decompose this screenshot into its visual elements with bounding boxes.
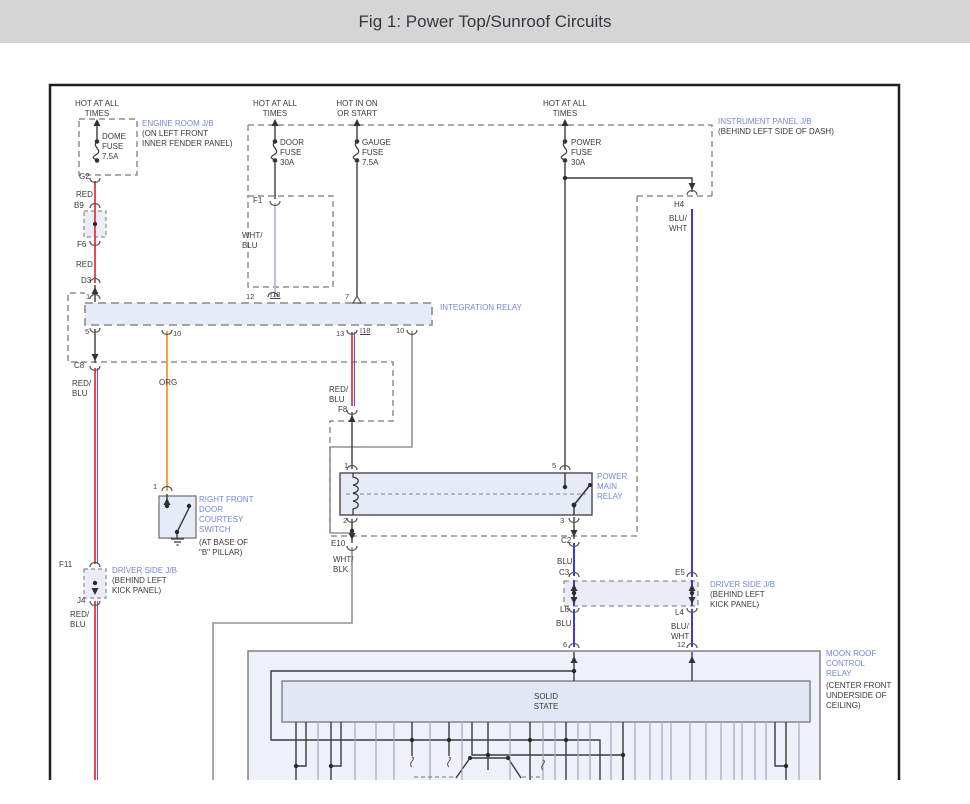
ground-icon	[171, 539, 184, 545]
ir-pin-13-connector-id: I18	[360, 326, 370, 336]
ir-pin-12-connector-id: I18	[270, 290, 280, 300]
pmr-pin-1: 1	[344, 461, 348, 471]
connector-c3: C3	[559, 568, 569, 578]
ir-pin-7: 7	[345, 292, 349, 302]
wire-label-red-blu-1: RED/ BLU	[72, 379, 91, 399]
hot-label-4: HOT AT ALL TIMES	[535, 99, 595, 119]
driver-side-jb-right-location: (BEHIND LEFT KICK PANEL)	[710, 590, 765, 610]
wire-label-red-2: RED	[76, 260, 93, 270]
moon-roof-relay-location: (CENTER FRONT UNDERSIDE OF CEILING)	[826, 681, 891, 711]
power-fuse-symbol	[561, 140, 567, 162]
connector-l4: L4	[675, 608, 684, 618]
hot-label-3: HOT IN ON OR START	[327, 99, 387, 119]
connector-c8: C8	[74, 361, 84, 371]
ir-pin-5: 5	[85, 327, 89, 337]
dome-fuse-label: DOME FUSE 7.5A	[102, 132, 126, 162]
power-fuse-label: POWER FUSE 30A	[571, 138, 601, 168]
connector-d3: D3	[81, 276, 91, 286]
driver-side-jb-left-name: DRIVER SIDE J/B	[112, 566, 177, 576]
door-fuse-symbol	[271, 140, 277, 162]
door-fuse-label: DOOR FUSE 30A	[280, 138, 304, 168]
instrument-panel-jb-name: INSTRUMENT PANEL J/B	[718, 117, 812, 127]
courtesy-switch-name: RIGHT FRONT DOOR COURTESY SWITCH	[199, 495, 254, 535]
wire-label-wht-blk: WHT/ BLK	[333, 555, 353, 575]
connector-h4: H4	[674, 200, 684, 210]
instrument-panel-jb-location: (BEHIND LEFT SIDE OF DASH)	[718, 127, 834, 137]
connector-f1: F1	[253, 196, 262, 206]
hot-label-2: HOT AT ALL TIMES	[245, 99, 305, 119]
ir-pin-1: 1	[86, 292, 90, 302]
wire-label-red-blu-3: RED/ BLU	[70, 610, 89, 630]
wire-label-blu-2: BLU	[556, 619, 572, 629]
moon-roof-relay-name: MOON ROOF CONTROL RELAY	[826, 649, 876, 679]
wire-label-blu-wht-1: BLU/ WHT	[669, 214, 687, 234]
driver-side-jb-right-name: DRIVER SIDE J/B	[710, 580, 775, 590]
component-boxes	[84, 211, 820, 780]
connector-f6: F6	[77, 240, 86, 250]
integration-relay-box	[85, 303, 432, 325]
engine-room-jb-name: ENGINE ROOM J/B	[142, 119, 214, 129]
connector-f11: F11	[59, 560, 72, 570]
pmr-pin-5: 5	[552, 461, 556, 471]
solid-state-label: SOLID STATE	[516, 692, 576, 712]
mr-pin-12: 12	[677, 640, 685, 650]
wire-label-blu-wht-2: BLU/ WHT	[671, 622, 689, 642]
engine-room-jb-location: (ON LEFT FRONT INNER FENDER PANEL)	[142, 129, 233, 149]
connector-c2: C2	[561, 536, 571, 546]
power-main-relay-label: POWER MAIN RELAY	[597, 472, 627, 502]
integration-relay-label: INTEGRATION RELAY	[440, 303, 522, 313]
connector-j4: J4	[77, 596, 85, 606]
driver-side-jb-left-location: (BEHIND LEFT KICK PANEL)	[112, 576, 167, 596]
connector-e5: E5	[675, 568, 685, 578]
connector-b9: B9	[74, 201, 84, 211]
pmr-pin-3: 3	[560, 516, 564, 526]
driver-side-jb-right-box	[564, 581, 698, 606]
pmr-pin-2: 2	[343, 516, 347, 526]
screenshot-root: Fig 1: Power Top/Sunroof Circuits	[0, 0, 970, 804]
ir-pin-10: 10	[173, 329, 181, 339]
connector-f8: F8	[338, 405, 347, 415]
courtesy-switch-location: (AT BASE OF "B" PILLAR)	[199, 538, 248, 558]
cs-pin-1: 1	[153, 482, 157, 492]
ir-pin7-connector	[353, 296, 361, 303]
wire-label-blu-1: BLU	[557, 557, 573, 567]
wire-label-red-blu-2: RED/ BLU	[329, 385, 348, 405]
dome-fuse-symbol	[93, 140, 99, 162]
hot-label-1: HOT AT ALL TIMES	[67, 99, 127, 119]
ir-pin-12: 12	[246, 292, 254, 302]
wire-label-wht-blu: WHT/ BLU	[242, 231, 262, 251]
connector-l8: L8	[560, 605, 569, 615]
wire-label-red-1: RED	[76, 190, 93, 200]
ir-pin-13: 13	[336, 329, 344, 339]
gauge-fuse-symbol	[353, 140, 359, 162]
connector-g2: G2	[79, 172, 90, 182]
mr-pin-6: 6	[563, 640, 567, 650]
ir-pin-10b: 10	[396, 326, 404, 336]
connector-e10: E10	[331, 539, 345, 549]
wire-label-org: ORG	[159, 378, 177, 388]
gauge-fuse-label: GAUGE FUSE 7.5A	[362, 138, 391, 168]
